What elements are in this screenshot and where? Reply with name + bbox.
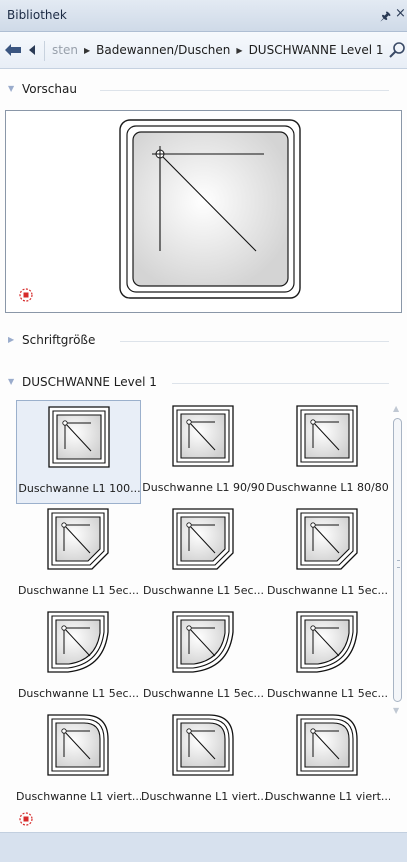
shower-tray-thumbnail <box>293 711 361 779</box>
library-item[interactable]: Duschwanne L1 5ec... <box>265 606 390 710</box>
shower-tray-thumbnail <box>169 711 237 779</box>
library-item-label: Duschwanne L1 viert... <box>265 790 390 803</box>
library-item-label: Duschwanne L1 5ec... <box>142 687 265 700</box>
title-bar: Bibliothek 🖈 × <box>0 0 407 32</box>
insertion-point-icon[interactable] <box>19 288 33 302</box>
section-divider <box>120 341 389 342</box>
status-bar <box>0 832 407 862</box>
library-item-label: Duschwanne L1 5ec... <box>266 687 389 700</box>
library-item-label: Duschwanne L1 100... <box>18 482 141 495</box>
collapsed-triangle-icon: ▶ <box>8 335 15 344</box>
library-item-label: Duschwanne L1 5ec... <box>17 687 140 700</box>
shower-tray-thumbnail <box>169 402 237 470</box>
scroll-down-icon[interactable]: ▼ <box>393 706 399 715</box>
shower-tray-thumbnail <box>44 505 112 573</box>
shower-tray-thumbnail <box>44 711 112 779</box>
font-size-section-label: Schriftgröße <box>22 333 96 347</box>
scrollbar-thumb[interactable] <box>393 418 402 702</box>
font-size-section-header[interactable]: ▶ Schriftgröße <box>0 332 407 350</box>
breadcrumb: sten ▶ Badewannen/Duschen ▶ DUSCHWANNE Level… <box>52 43 384 57</box>
scroll-up-icon[interactable]: ▲ <box>393 404 399 413</box>
pin-icon[interactable]: 🖈 <box>380 7 391 28</box>
back-arrow-icon[interactable] <box>4 43 22 57</box>
shower-tray-thumbnail <box>45 403 113 471</box>
library-item-label: Duschwanne L1 90/90 <box>142 481 265 494</box>
library-item[interactable]: Duschwanne L1 80/80 <box>265 400 390 504</box>
library-item[interactable]: Duschwanne L1 5ec... <box>141 503 266 607</box>
search-icon[interactable] <box>388 41 406 59</box>
section-divider <box>172 383 389 384</box>
library-item[interactable]: Duschwanne L1 viert... <box>265 709 390 813</box>
library-item-label: Duschwanne L1 viert... <box>141 790 266 803</box>
shower-tray-thumbnail <box>293 505 361 573</box>
navigation-bar: sten ▶ Badewannen/Duschen ▶ DUSCHWANNE Level… <box>0 32 407 69</box>
expanded-triangle-icon: ▼ <box>8 84 15 93</box>
nav-separator <box>44 41 45 61</box>
breadcrumb-item-current[interactable]: DUSCHWANNE Level 1 <box>249 43 384 57</box>
preview-pane <box>5 110 402 313</box>
preview-section-header[interactable]: ▼ Vorschau <box>0 81 407 99</box>
library-item[interactable]: Duschwanne L1 100... <box>16 400 141 504</box>
library-item[interactable]: Duschwanne L1 5ec... <box>265 503 390 607</box>
library-item-label: Duschwanne L1 5ec... <box>17 584 140 597</box>
history-dropdown-icon[interactable] <box>27 45 37 55</box>
breadcrumb-arrow-icon[interactable]: ▶ <box>84 46 90 55</box>
breadcrumb-item-badewannen[interactable]: Badewannen/Duschen <box>96 43 230 57</box>
shower-tray-thumbnail <box>293 608 361 676</box>
expanded-triangle-icon: ▼ <box>8 377 15 386</box>
library-item-label: Duschwanne L1 viert... <box>16 790 141 803</box>
close-icon[interactable]: × <box>395 6 406 21</box>
library-item[interactable]: Duschwanne L1 90/90 <box>141 400 266 504</box>
insertion-point-icon[interactable] <box>19 812 33 826</box>
vertical-scrollbar[interactable]: ▲ ▼ <box>390 404 404 719</box>
library-item[interactable]: Duschwanne L1 5ec... <box>16 503 141 607</box>
shower-tray-thumbnail <box>169 608 237 676</box>
preview-section-label: Vorschau <box>22 82 77 96</box>
folder-section-label: DUSCHWANNE Level 1 <box>22 375 157 389</box>
scrollbar-grip <box>397 560 400 568</box>
shower-tray-preview-drawing <box>119 119 301 299</box>
folder-section-header[interactable]: ▼ DUSCHWANNE Level 1 <box>0 374 407 392</box>
breadcrumb-arrow-icon[interactable]: ▶ <box>236 46 242 55</box>
library-item-label: Duschwanne L1 5ec... <box>142 584 265 597</box>
library-item-label: Duschwanne L1 5ec... <box>266 584 389 597</box>
shower-tray-thumbnail <box>169 505 237 573</box>
library-item[interactable]: Duschwanne L1 viert... <box>141 709 266 813</box>
library-item-label: Duschwanne L1 80/80 <box>266 481 389 494</box>
library-item[interactable]: Duschwanne L1 viert... <box>16 709 141 813</box>
library-item[interactable]: Duschwanne L1 5ec... <box>16 606 141 710</box>
shower-tray-thumbnail <box>44 608 112 676</box>
breadcrumb-item-parent[interactable]: sten <box>52 43 78 57</box>
window-title: Bibliothek <box>7 8 67 22</box>
shower-tray-thumbnail <box>293 402 361 470</box>
library-item[interactable]: Duschwanne L1 5ec... <box>141 606 266 710</box>
section-divider <box>100 90 389 91</box>
